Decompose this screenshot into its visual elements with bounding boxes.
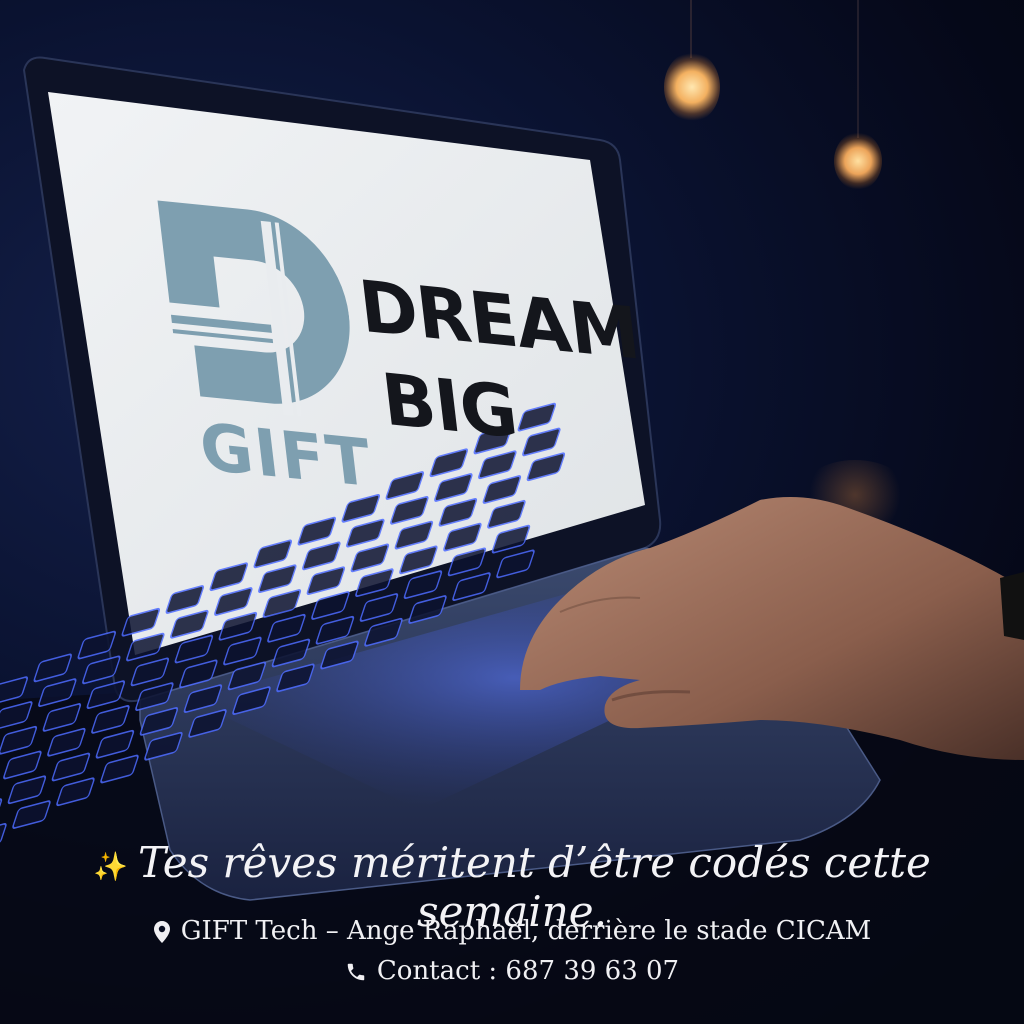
gift-logo: [157, 200, 350, 417]
screen-content: GIFT DREAM BIG: [40, 92, 707, 723]
address-line: GIFT Tech – Ange Raphaèl, derrière le st…: [0, 916, 1024, 946]
contact-line: Contact : 687 39 63 07: [0, 956, 1024, 986]
map-pin-icon: [153, 921, 170, 943]
headline-big: BIG: [377, 357, 522, 455]
phone-icon: [347, 963, 365, 981]
photo-scene: GIFT DREAM BIG ✨ Tes rêves méritent d’êtr…: [0, 0, 1024, 1024]
watch-strap: [1000, 572, 1024, 640]
keyboard-key: [33, 653, 72, 683]
address-text: GIFT Tech – Ange Raphaèl, derrière le st…: [180, 916, 872, 946]
contact-text: Contact : 687 39 63 07: [376, 956, 680, 986]
sparkle-icon: ✨: [93, 849, 129, 883]
